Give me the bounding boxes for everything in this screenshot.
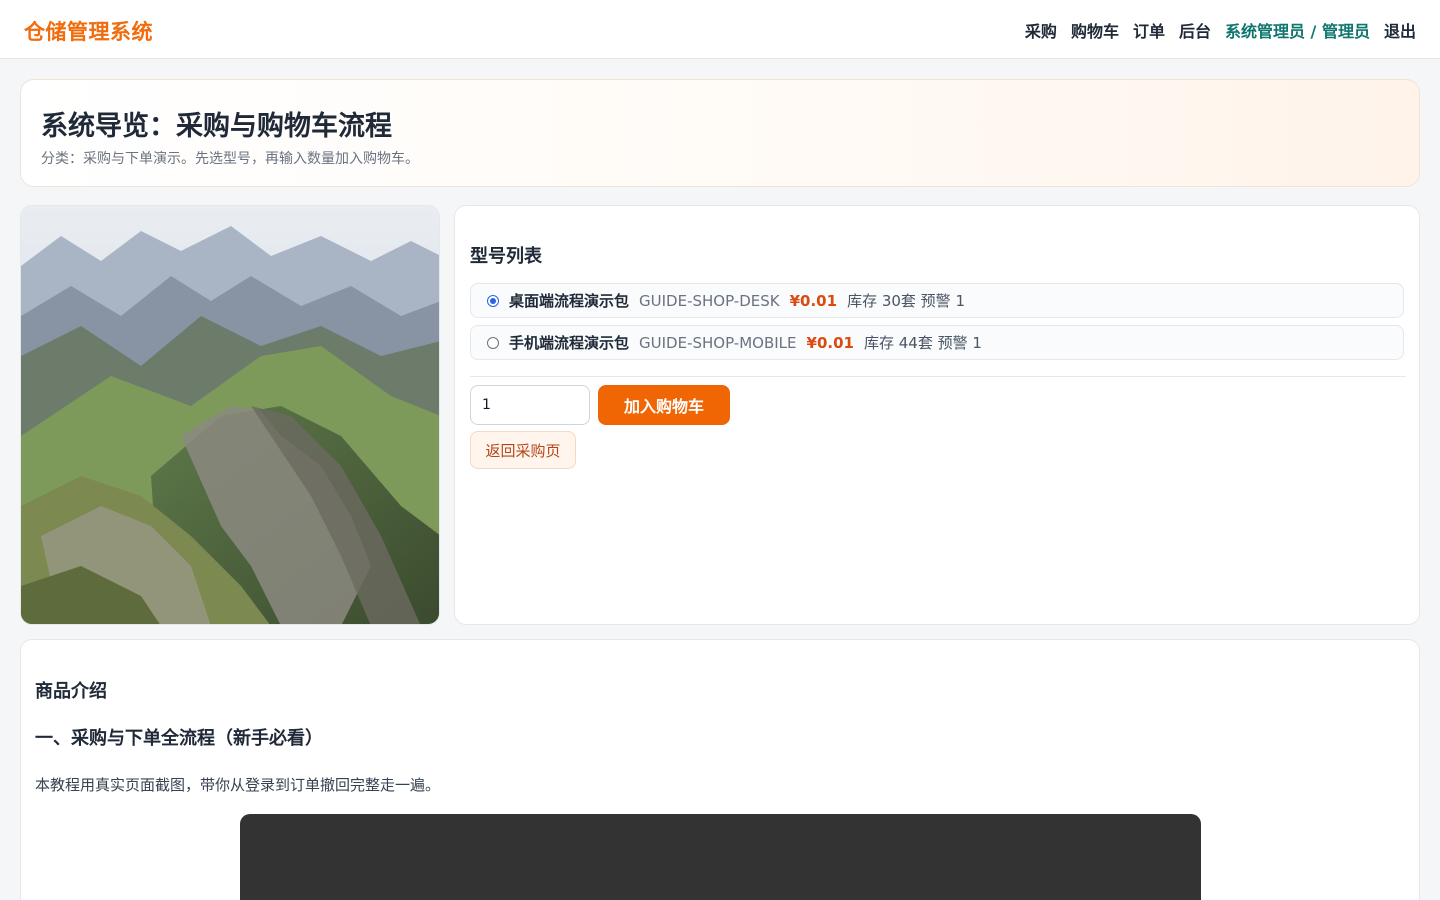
radio-selected-icon[interactable] xyxy=(487,294,499,307)
divider xyxy=(470,376,1406,377)
tutorial-media-placeholder[interactable] xyxy=(240,814,1201,900)
page-title: 系统导览：采购与购物车流程 xyxy=(41,111,392,142)
nav-item-cart[interactable]: 购物车 xyxy=(1071,18,1119,42)
intro-heading: 商品介绍 xyxy=(35,681,107,702)
model-code: GUIDE-SHOP-MOBILE xyxy=(639,333,797,352)
top-navbar: 仓储管理系统 采购 购物车 订单 后台 系统管理员 / 管理员 退出 xyxy=(0,0,1440,59)
model-stock: 库存 30套 预警 1 xyxy=(847,292,965,310)
mountain-landscape-image xyxy=(21,206,439,624)
quantity-input[interactable] xyxy=(470,385,590,425)
model-name: 手机端流程演示包 xyxy=(509,334,630,352)
model-stock: 库存 44套 预警 1 xyxy=(863,334,982,352)
product-intro-card: 商品介绍 一、采购与下单全流程（新手必看） 本教程用真实页面截图，带你从登录到订… xyxy=(20,639,1420,900)
model-code: GUIDE-SHOP-DESK xyxy=(639,291,780,310)
radio-unselected-icon[interactable] xyxy=(487,336,499,349)
model-name: 桌面端流程演示包 xyxy=(509,292,630,310)
model-option-mobile[interactable]: 手机端流程演示包 GUIDE-SHOP-MOBILE ¥0.01 库存 44套 … xyxy=(470,325,1404,360)
current-user[interactable]: 系统管理员 / 管理员 xyxy=(1225,18,1370,42)
model-list-heading: 型号列表 xyxy=(470,246,542,267)
intro-section-title: 一、采购与下单全流程（新手必看） xyxy=(35,728,323,749)
logout-link[interactable]: 退出 xyxy=(1384,18,1416,42)
add-to-cart-button[interactable]: 加入购物车 xyxy=(598,385,730,425)
product-image xyxy=(20,205,440,625)
nav-item-admin[interactable]: 后台 xyxy=(1179,18,1211,42)
nav-item-orders[interactable]: 订单 xyxy=(1133,18,1165,42)
page-header-card: 系统导览：采购与购物车流程 分类：采购与下单演示。先选型号，再输入数量加入购物车… xyxy=(20,79,1420,187)
model-price: ¥0.01 xyxy=(806,333,854,352)
model-list-panel: 型号列表 桌面端流程演示包 GUIDE-SHOP-DESK ¥0.01 库存 3… xyxy=(454,205,1420,625)
page-subtitle: 分类：采购与下单演示。先选型号，再输入数量加入购物车。 xyxy=(41,151,419,167)
model-option-desktop[interactable]: 桌面端流程演示包 GUIDE-SHOP-DESK ¥0.01 库存 30套 预警… xyxy=(470,283,1404,318)
nav-menu: 采购 购物车 订单 后台 系统管理员 / 管理员 退出 xyxy=(1025,18,1416,42)
intro-text: 本教程用真实页面截图，带你从登录到订单撤回完整走一遍。 xyxy=(35,776,441,794)
brand-logo[interactable]: 仓储管理系统 xyxy=(24,16,153,46)
back-to-purchase-button[interactable]: 返回采购页 xyxy=(470,431,576,469)
model-price: ¥0.01 xyxy=(789,291,838,310)
nav-item-purchase[interactable]: 采购 xyxy=(1025,18,1057,42)
